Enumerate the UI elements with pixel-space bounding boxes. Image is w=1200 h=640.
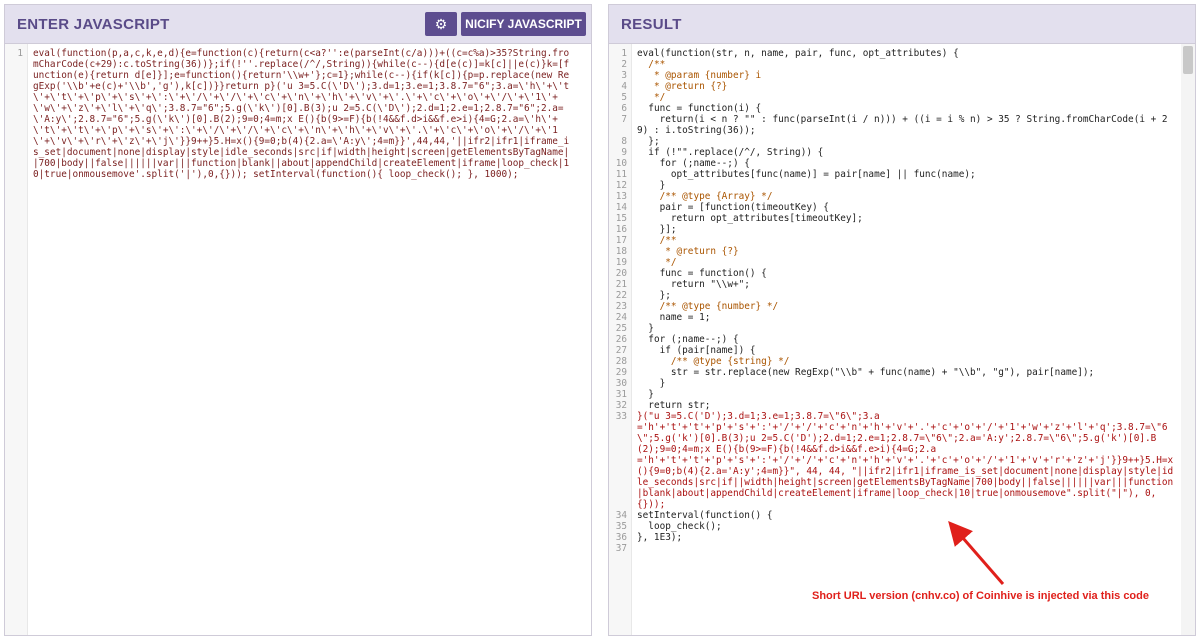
code-line: } (637, 323, 654, 334)
line-number: 17 (615, 235, 627, 246)
line-number: 16 (615, 224, 627, 235)
code-line: }]; (637, 224, 677, 235)
result-panel: RESULT 1 2 3 4 5 6 7 8 9 10 11 12 13 14 15 16 17 18 19 20 21… (608, 4, 1196, 636)
line-number: 35 (615, 521, 627, 532)
line-number: 10 (615, 158, 627, 169)
code-line: opt_attributes[func(name)] = pair[name] … (637, 169, 976, 180)
code-line: * @param {number} i (637, 70, 762, 81)
line-number: 28 (615, 356, 627, 367)
line-number: 12 (615, 180, 627, 191)
code-line: eval(function(str, n, name, pair, func, … (637, 48, 959, 59)
code-line: return(i < n ? "" : func(parseInt(i / n)… (637, 114, 1168, 136)
line-number: 33 (615, 411, 627, 422)
code-line: loop_check(); (637, 521, 722, 532)
line-number: 25 (615, 323, 627, 334)
line-number: 13 (615, 191, 627, 202)
input-panel-title: ENTER JAVASCRIPT (17, 16, 170, 33)
code-line: for (;name--;) { (637, 158, 750, 169)
result-output-editor[interactable]: 1 2 3 4 5 6 7 8 9 10 11 12 13 14 15 16 17 18 19 20 21 22 23 24 2… (609, 44, 1195, 635)
code-line: }; (637, 136, 660, 147)
line-number: 5 (621, 92, 627, 103)
code-line: * @return {?} (637, 246, 739, 257)
line-number: 29 (615, 367, 627, 378)
line-number: 32 (615, 400, 627, 411)
code-line: /** @type {Array} */ (637, 191, 773, 202)
code-line: if (pair[name]) { (637, 345, 756, 356)
vertical-scrollbar[interactable] (1181, 44, 1195, 635)
code-line: return "\\w+"; (637, 279, 750, 290)
code-line: name = 1; (637, 312, 711, 323)
code-line: /** (637, 59, 666, 70)
line-number: 24 (615, 312, 627, 323)
line-number-gutter: 1 2 3 4 5 6 7 8 9 10 11 12 13 14 15 16 17 18 19 20 21 22 23 24 2… (609, 44, 632, 635)
line-number: 18 (615, 246, 627, 257)
line-number: 27 (615, 345, 627, 356)
code-line: return str; (637, 400, 711, 411)
nicify-javascript-button[interactable]: NICIFY JAVASCRIPT (461, 12, 586, 36)
line-number: 20 (615, 268, 627, 279)
javascript-input-editor[interactable]: 1 eval(function(p,a,c,k,e,d){e=function(… (5, 44, 591, 635)
code-line: }, 1E3); (637, 532, 683, 543)
code-line: if (!"".replace(/^/, String)) { (637, 147, 824, 158)
result-panel-header: RESULT (609, 5, 1195, 44)
code-line: /** @type {number} */ (637, 301, 779, 312)
code-line: setInterval(function() { (637, 510, 773, 521)
line-number: 1 (621, 48, 627, 59)
gear-icon: ⚙ (434, 16, 448, 32)
line-number: 19 (615, 257, 627, 268)
code-line: } (637, 180, 666, 191)
code-line: func = function() { (637, 268, 767, 279)
line-number: 15 (615, 213, 627, 224)
line-number: 23 (615, 301, 627, 312)
line-numbers: 1 (17, 48, 23, 59)
annotation-note: Short URL version (cnhv.co) of Coinhive … (812, 590, 1149, 602)
result-panel-title: RESULT (621, 16, 682, 33)
line-number: 3 (621, 70, 627, 81)
code-line: /** @type {string} */ (637, 356, 790, 367)
code-line: return opt_attributes[timeoutKey]; (637, 213, 863, 224)
line-number: 37 (615, 543, 627, 554)
code-line: /** (637, 235, 677, 246)
line-number: 34 (615, 510, 627, 521)
code-line: str = str.replace(new RegExp("\\b" + fun… (637, 367, 1095, 378)
code-line: */ (637, 257, 677, 268)
input-code[interactable]: eval(function(p,a,c,k,e,d){e=function(c)… (33, 48, 573, 180)
result-code[interactable]: eval(function(str, n, name, pair, func, … (637, 48, 1177, 554)
code-line: pair = [function(timeoutKey) { (637, 202, 829, 213)
input-panel: ENTER JAVASCRIPT ⚙ NICIFY JAVASCRIPT 1 e… (4, 4, 592, 636)
line-number: 22 (615, 290, 627, 301)
settings-button[interactable]: ⚙ (425, 12, 457, 36)
line-number: 21 (615, 279, 627, 290)
line-number: 6 (621, 103, 627, 114)
line-number: 7 (621, 114, 627, 125)
code-line: } (637, 378, 666, 389)
code-line: */ (637, 92, 666, 103)
line-number: 31 (615, 389, 627, 400)
line-number: 26 (615, 334, 627, 345)
code-line: } (637, 389, 654, 400)
line-number: 8 (621, 136, 627, 147)
line-numbers: 1 2 3 4 5 6 7 8 9 10 11 12 13 14 15 16 17 18 19 20 21 22 23 24 2… (609, 48, 627, 554)
code-line: for (;name--;) { (637, 334, 739, 345)
scrollbar-thumb[interactable] (1183, 46, 1193, 74)
line-number: 11 (615, 169, 627, 180)
code-line: }("u 3=5.C('D');3.d=1;3.e=1;3.8.7=\"6\";… (637, 411, 1174, 510)
code-line: }; (637, 290, 671, 301)
code-line: func = function(i) { (637, 103, 762, 114)
input-panel-header: ENTER JAVASCRIPT ⚙ NICIFY JAVASCRIPT (5, 5, 591, 44)
line-number: 14 (615, 202, 627, 213)
line-number: 4 (621, 81, 627, 92)
line-number: 2 (621, 59, 627, 70)
line-number-gutter: 1 (5, 44, 28, 635)
code-line: * @return {?} (637, 81, 728, 92)
line-number: 30 (615, 378, 627, 389)
line-number: 9 (621, 147, 627, 158)
line-number: 36 (615, 532, 627, 543)
